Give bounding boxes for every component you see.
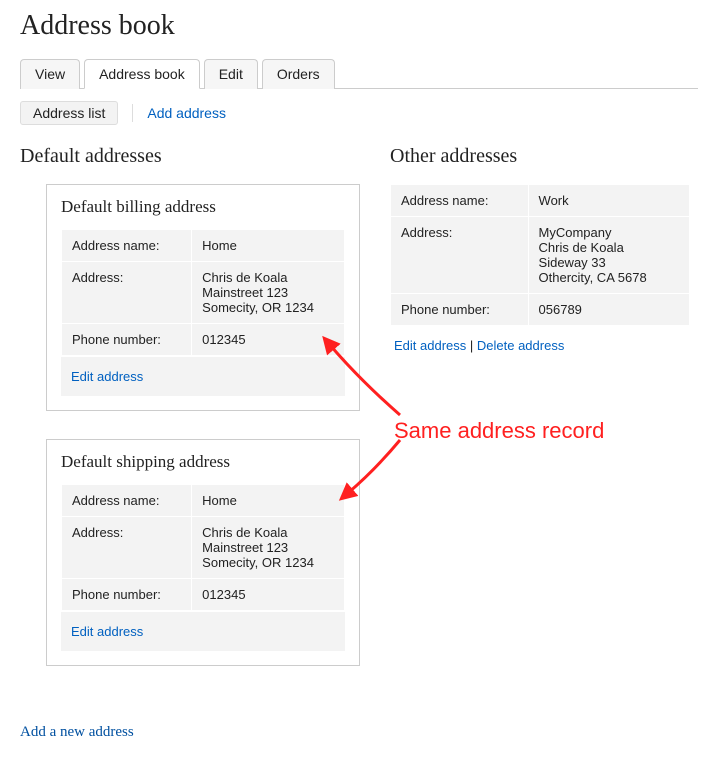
tab-edit[interactable]: Edit	[204, 59, 258, 89]
table-row: Address: MyCompany Chris de Koala Sidewa…	[391, 217, 690, 294]
billing-address-value: Chris de Koala Mainstreet 123 Somecity, …	[192, 262, 345, 324]
shipping-actions: Edit address	[61, 611, 345, 651]
other-addresses-heading: Other addresses	[390, 145, 690, 168]
shipping-address-value: Chris de Koala Mainstreet 123 Somecity, …	[192, 517, 345, 579]
billing-table: Address name: Home Address: Chris de Koa…	[61, 229, 345, 356]
other-phone-value: 056789	[528, 294, 689, 326]
primary-tabs: View Address book Edit Orders	[20, 58, 698, 89]
table-row: Address: Chris de Koala Mainstreet 123 S…	[62, 517, 345, 579]
subtab-add-address[interactable]: Add address	[147, 105, 226, 121]
table-row: Phone number: 056789	[391, 294, 690, 326]
edit-billing-link[interactable]: Edit address	[71, 369, 143, 384]
add-new-address-link[interactable]: Add a new address	[20, 724, 698, 741]
label-phone: Phone number:	[391, 294, 529, 326]
other-actions: Edit address | Delete address	[390, 326, 690, 365]
tab-address-book[interactable]: Address book	[84, 59, 200, 89]
table-row: Phone number: 012345	[62, 579, 345, 611]
secondary-tabs: Address list Add address	[20, 101, 698, 125]
table-row: Address: Chris de Koala Mainstreet 123 S…	[62, 262, 345, 324]
table-row: Phone number: 012345	[62, 324, 345, 356]
shipping-address-box: Default shipping address Address name: H…	[46, 439, 360, 666]
label-address-name: Address name:	[62, 230, 192, 262]
other-table: Address name: Work Address: MyCompany Ch…	[390, 184, 690, 326]
table-row: Address name: Home	[62, 230, 345, 262]
tab-view[interactable]: View	[20, 59, 80, 89]
page-title: Address book	[20, 10, 698, 42]
shipping-table: Address name: Home Address: Chris de Koa…	[61, 484, 345, 611]
tab-orders[interactable]: Orders	[262, 59, 335, 89]
table-row: Address name: Home	[62, 485, 345, 517]
other-addresses-column: Other addresses Address name: Work Addre…	[390, 145, 690, 365]
default-addresses-column: Default addresses Default billing addres…	[20, 145, 360, 694]
billing-address-box: Default billing address Address name: Ho…	[46, 184, 360, 411]
label-address-name: Address name:	[391, 185, 529, 217]
shipping-heading: Default shipping address	[61, 452, 345, 472]
label-address: Address:	[62, 262, 192, 324]
content-columns: Default addresses Default billing addres…	[20, 145, 698, 694]
billing-name-value: Home	[192, 230, 345, 262]
delete-other-link[interactable]: Delete address	[477, 338, 564, 353]
subtab-address-list[interactable]: Address list	[20, 101, 118, 125]
divider	[132, 104, 133, 122]
default-addresses-heading: Default addresses	[20, 145, 360, 168]
label-address: Address:	[391, 217, 529, 294]
edit-shipping-link[interactable]: Edit address	[71, 624, 143, 639]
label-phone: Phone number:	[62, 324, 192, 356]
other-name-value: Work	[528, 185, 689, 217]
label-phone: Phone number:	[62, 579, 192, 611]
billing-phone-value: 012345	[192, 324, 345, 356]
action-separator: |	[466, 338, 477, 353]
billing-actions: Edit address	[61, 356, 345, 396]
edit-other-link[interactable]: Edit address	[394, 338, 466, 353]
table-row: Address name: Work	[391, 185, 690, 217]
other-address-value: MyCompany Chris de Koala Sideway 33 Othe…	[528, 217, 689, 294]
shipping-name-value: Home	[192, 485, 345, 517]
label-address-name: Address name:	[62, 485, 192, 517]
shipping-phone-value: 012345	[192, 579, 345, 611]
billing-heading: Default billing address	[61, 197, 345, 217]
label-address: Address:	[62, 517, 192, 579]
